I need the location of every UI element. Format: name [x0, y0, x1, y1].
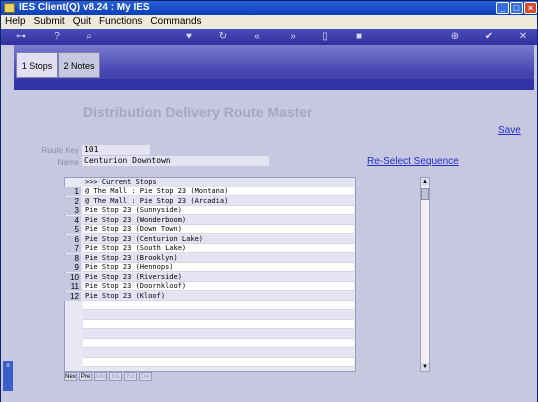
empty-row[interactable] [83, 310, 354, 320]
menu-help[interactable]: Help [1, 15, 30, 29]
row-number: 2 [64, 196, 81, 206]
insert-button[interactable]: Ins [109, 372, 122, 381]
side-panel-icon[interactable]: ≡ [3, 361, 13, 391]
previous-button[interactable]: Pre [79, 372, 92, 381]
window-title: IES Client(Q) v8.24 : My IES [19, 2, 150, 13]
tab-notes[interactable]: 2 Notes [58, 52, 100, 78]
cancel-icon[interactable]: ✕ [517, 31, 529, 43]
scroll-down-icon[interactable]: ▼ [421, 363, 429, 371]
menu-submit[interactable]: Submit [30, 15, 69, 29]
status-bar [1, 382, 537, 402]
menu-quit[interactable]: Quit [69, 15, 95, 29]
save-link[interactable]: Save [498, 125, 521, 136]
menu-functions[interactable]: Functions [95, 15, 146, 29]
table-row[interactable]: Pie Stop 23 (South Lake) [83, 244, 354, 253]
table-row[interactable]: Pie Stop 23 (Doornkloof) [83, 282, 354, 291]
forward-icon[interactable]: » [287, 31, 299, 43]
doc-icon[interactable]: ▯ [319, 31, 331, 43]
scroll-thumb[interactable] [421, 188, 429, 200]
table-row[interactable]: Pie Stop 23 (Brooklyn) [83, 253, 354, 263]
back-icon[interactable]: « [251, 31, 263, 43]
check-icon[interactable]: ✔ [483, 31, 495, 43]
row-number: 10 [64, 272, 81, 282]
row-number: 12 [64, 291, 81, 301]
name-label: Name [57, 158, 79, 167]
add-button[interactable]: Add [94, 372, 107, 381]
table-row[interactable]: Pie Stop 23 (Sunnyside) [83, 206, 354, 215]
delete-button[interactable]: Del [139, 372, 152, 381]
empty-row[interactable] [83, 320, 354, 329]
edit-button[interactable]: Ed [124, 372, 137, 381]
row-number: 6 [64, 234, 81, 244]
row-number: 5 [64, 225, 81, 234]
empty-row[interactable] [83, 358, 354, 367]
heart-icon[interactable]: ♥ [183, 31, 195, 43]
empty-row[interactable] [83, 339, 354, 348]
tab-stops[interactable]: 1 Stops [16, 52, 58, 78]
row-number: 4 [64, 215, 81, 225]
table-row[interactable]: @ The Mall : Pie Stop 23 (Montana) [83, 187, 354, 196]
menu-commands[interactable]: Commands [146, 15, 205, 29]
maximize-icon[interactable]: □ [510, 2, 523, 14]
row-number: 1 [64, 187, 81, 196]
empty-row[interactable] [83, 329, 354, 339]
row-number: 7 [64, 244, 81, 253]
title-bar: IES Client(Q) v8.24 : My IES [1, 1, 537, 15]
stop-icon[interactable]: ■ [353, 31, 365, 43]
toolbar: ⊶ ? ⌕ ♥ ↻ « » ▯ ■ ⊕ ✔ ✕ [1, 29, 537, 45]
row-number: 9 [64, 263, 81, 272]
route-key-field[interactable]: 101 [82, 145, 150, 155]
table-row[interactable]: @ The Mall : Pie Stop 23 (Arcadia) [83, 196, 354, 206]
app-window: IES Client(Q) v8.24 : My IES _ □ × Help S… [0, 0, 538, 402]
menu-bar: Help Submit Quit Functions Commands [1, 15, 537, 29]
reselect-sequence-link[interactable]: Re-Select Sequence [367, 156, 459, 167]
close-icon[interactable]: × [524, 2, 537, 14]
table-row[interactable]: Pie Stop 23 (Wonderboom) [83, 215, 354, 225]
table-row[interactable]: Pie Stop 23 (Centurion Lake) [83, 234, 354, 244]
empty-row[interactable] [83, 301, 354, 310]
help-icon[interactable]: ? [51, 31, 63, 43]
row-number: 8 [64, 253, 81, 263]
minimize-icon[interactable]: _ [496, 2, 509, 14]
scroll-up-icon[interactable]: ▲ [421, 178, 429, 186]
name-field[interactable]: Centurion Downtown [82, 156, 269, 166]
app-icon [4, 3, 15, 13]
next-button[interactable]: Nex [64, 372, 77, 381]
row-number: 3 [64, 206, 81, 215]
route-key-label: Route Key [41, 146, 79, 155]
grid-header: >>> Current Stops [83, 178, 354, 187]
table-row[interactable]: Pie Stop 23 (Riverside) [83, 272, 354, 282]
add-icon[interactable]: ⊕ [449, 31, 461, 43]
table-row[interactable]: Pie Stop 23 (Hennops) [83, 263, 354, 272]
search-icon[interactable]: ⌕ [83, 31, 95, 43]
refresh-icon[interactable]: ↻ [217, 31, 229, 43]
page-title: Distribution Delivery Route Master [83, 104, 313, 120]
empty-row[interactable] [83, 348, 354, 358]
row-number: 11 [64, 282, 81, 291]
grid-scrollbar[interactable]: ▲ ▼ [420, 177, 430, 372]
table-row[interactable]: Pie Stop 23 (Down Town) [83, 225, 354, 234]
table-row[interactable]: Pie Stop 23 (Kloof) [83, 291, 354, 301]
key-icon[interactable]: ⊶ [11, 31, 31, 43]
tab-stripe [14, 79, 534, 90]
